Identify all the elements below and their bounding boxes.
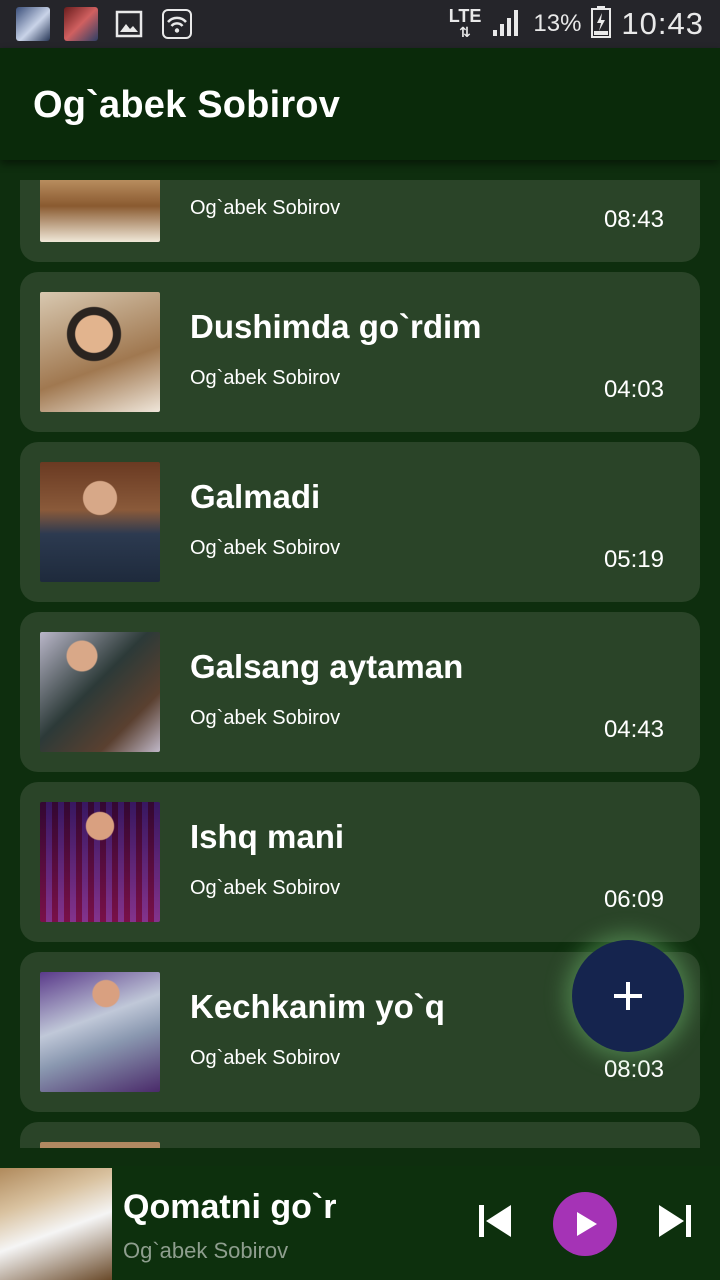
now-playing-artist: Og`abek Sobirov [123, 1238, 289, 1263]
image-icon [112, 7, 146, 41]
notification-thumbnail-icon [16, 7, 50, 41]
next-button[interactable] [650, 1186, 700, 1256]
track-artist: Og`abek Sobirov [190, 197, 341, 219]
track-artwork [40, 462, 160, 582]
add-button[interactable] [572, 940, 684, 1052]
track-item[interactable] [20, 1122, 700, 1148]
battery-icon [591, 5, 612, 43]
notification-icons [0, 7, 194, 41]
track-artwork [40, 292, 160, 412]
track-artist: Og`abek Sobirov [190, 877, 341, 899]
track-artist: Og`abek Sobirov [190, 1047, 341, 1069]
track-artist: Og`abek Sobirov [190, 367, 341, 389]
now-playing-bar[interactable]: Qomatni go`r Og`abek Sobirov [0, 1166, 720, 1280]
skip-next-icon [659, 1205, 691, 1237]
now-playing-title: Qomatni go`r [123, 1188, 337, 1226]
track-title: Kechkanim yo`q [190, 988, 445, 1025]
track-artwork [40, 632, 160, 752]
play-icon [577, 1212, 597, 1236]
track-item[interactable]: Ishq mani Og`abek Sobirov 06:09 [20, 782, 700, 942]
previous-button[interactable] [470, 1186, 520, 1256]
track-item[interactable]: Dushimda go`rdim Og`abek Sobirov 04:03 [20, 272, 700, 432]
track-title: Dushimda go`rdim [190, 308, 482, 345]
network-type: LTE ⇅ [448, 6, 482, 40]
track-duration: 04:03 [603, 376, 664, 403]
clock: 10:43 [621, 6, 704, 41]
skip-previous-icon [479, 1205, 511, 1237]
app-bar: Og`abek Sobirov [0, 48, 720, 160]
play-button[interactable] [553, 1192, 617, 1256]
track-item[interactable]: Galsang aytaman Og`abek Sobirov 04:43 [20, 612, 700, 772]
track-title: Ishq mani [190, 818, 345, 855]
track-duration: 06:09 [603, 886, 664, 913]
track-artist: Og`abek Sobirov [190, 707, 341, 729]
track-duration: 08:03 [603, 1056, 664, 1083]
track-artwork [40, 972, 160, 1092]
battery-percent: 13% [533, 10, 582, 37]
signal-icon [491, 6, 523, 43]
track-item[interactable]: Galmadi Og`abek Sobirov 05:19 [20, 442, 700, 602]
track-duration: 08:43 [603, 206, 664, 233]
track-duration: 05:19 [603, 546, 664, 573]
page-title: Og`abek Sobirov [33, 84, 341, 126]
data-arrows-icon: ⇅ [459, 24, 471, 40]
system-indicators: LTE ⇅ 13% 10:43 [448, 5, 720, 43]
track-item[interactable]: Og`abek Sobirov 08:43 [20, 180, 700, 262]
track-artwork [40, 180, 160, 242]
track-title: Galsang aytaman [190, 648, 464, 685]
track-artist: Og`abek Sobirov [190, 537, 341, 559]
notification-thumbnail-icon [64, 7, 98, 41]
track-artwork [40, 1142, 160, 1148]
status-bar: LTE ⇅ 13% 10:43 [0, 0, 720, 48]
network-label: LTE [448, 6, 482, 26]
track-duration: 04:43 [603, 716, 664, 743]
track-title: Galmadi [190, 478, 321, 515]
wifi-icon [160, 7, 194, 41]
track-artwork [40, 802, 160, 922]
now-playing-artwork [0, 1168, 112, 1280]
plus-icon [614, 982, 642, 1010]
